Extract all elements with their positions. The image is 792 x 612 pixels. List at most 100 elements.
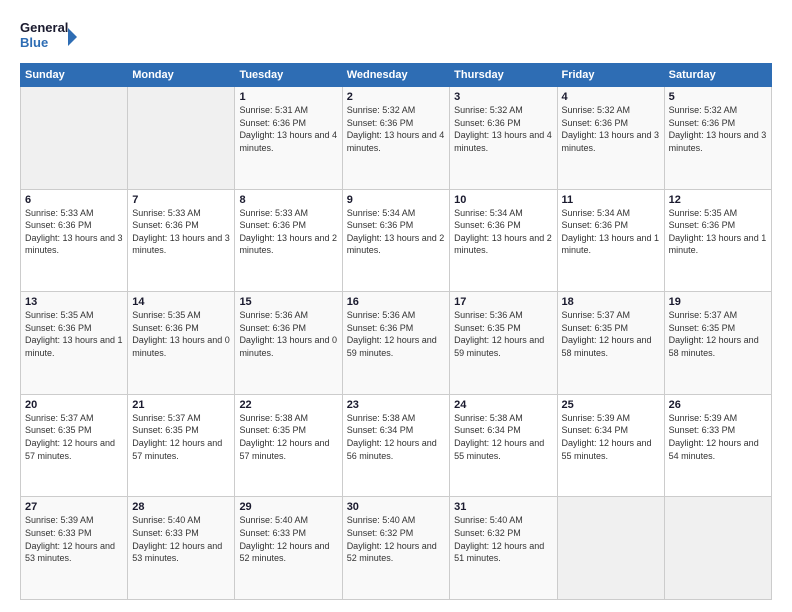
calendar-cell: 28Sunrise: 5:40 AM Sunset: 6:33 PM Dayli… bbox=[128, 497, 235, 600]
calendar-cell: 13Sunrise: 5:35 AM Sunset: 6:36 PM Dayli… bbox=[21, 292, 128, 395]
day-detail: Sunrise: 5:36 AM Sunset: 6:36 PM Dayligh… bbox=[347, 309, 445, 359]
day-number: 11 bbox=[562, 194, 660, 206]
day-number: 13 bbox=[25, 296, 123, 308]
day-detail: Sunrise: 5:32 AM Sunset: 6:36 PM Dayligh… bbox=[562, 104, 660, 154]
day-detail: Sunrise: 5:33 AM Sunset: 6:36 PM Dayligh… bbox=[239, 207, 337, 257]
calendar-cell: 26Sunrise: 5:39 AM Sunset: 6:33 PM Dayli… bbox=[664, 394, 771, 497]
day-detail: Sunrise: 5:38 AM Sunset: 6:34 PM Dayligh… bbox=[454, 412, 552, 462]
day-number: 28 bbox=[132, 501, 230, 513]
calendar-cell: 18Sunrise: 5:37 AM Sunset: 6:35 PM Dayli… bbox=[557, 292, 664, 395]
calendar-cell: 24Sunrise: 5:38 AM Sunset: 6:34 PM Dayli… bbox=[450, 394, 557, 497]
day-number: 4 bbox=[562, 91, 660, 103]
day-detail: Sunrise: 5:39 AM Sunset: 6:33 PM Dayligh… bbox=[25, 514, 123, 564]
day-number: 18 bbox=[562, 296, 660, 308]
day-detail: Sunrise: 5:39 AM Sunset: 6:33 PM Dayligh… bbox=[669, 412, 767, 462]
calendar-cell bbox=[21, 87, 128, 190]
day-number: 2 bbox=[347, 91, 445, 103]
day-number: 27 bbox=[25, 501, 123, 513]
weekday-header-saturday: Saturday bbox=[664, 64, 771, 87]
calendar-cell: 8Sunrise: 5:33 AM Sunset: 6:36 PM Daylig… bbox=[235, 189, 342, 292]
calendar-cell: 3Sunrise: 5:32 AM Sunset: 6:36 PM Daylig… bbox=[450, 87, 557, 190]
day-detail: Sunrise: 5:40 AM Sunset: 6:33 PM Dayligh… bbox=[239, 514, 337, 564]
calendar-week-3: 13Sunrise: 5:35 AM Sunset: 6:36 PM Dayli… bbox=[21, 292, 772, 395]
day-detail: Sunrise: 5:38 AM Sunset: 6:34 PM Dayligh… bbox=[347, 412, 445, 462]
calendar-cell: 16Sunrise: 5:36 AM Sunset: 6:36 PM Dayli… bbox=[342, 292, 449, 395]
calendar-header-row: SundayMondayTuesdayWednesdayThursdayFrid… bbox=[21, 64, 772, 87]
day-number: 1 bbox=[239, 91, 337, 103]
day-detail: Sunrise: 5:37 AM Sunset: 6:35 PM Dayligh… bbox=[669, 309, 767, 359]
calendar-cell: 15Sunrise: 5:36 AM Sunset: 6:36 PM Dayli… bbox=[235, 292, 342, 395]
calendar-week-4: 20Sunrise: 5:37 AM Sunset: 6:35 PM Dayli… bbox=[21, 394, 772, 497]
weekday-header-thursday: Thursday bbox=[450, 64, 557, 87]
weekday-header-sunday: Sunday bbox=[21, 64, 128, 87]
weekday-header-tuesday: Tuesday bbox=[235, 64, 342, 87]
day-detail: Sunrise: 5:35 AM Sunset: 6:36 PM Dayligh… bbox=[669, 207, 767, 257]
page-header: GeneralBlue bbox=[20, 18, 772, 53]
day-number: 19 bbox=[669, 296, 767, 308]
calendar-week-1: 1Sunrise: 5:31 AM Sunset: 6:36 PM Daylig… bbox=[21, 87, 772, 190]
calendar-cell: 7Sunrise: 5:33 AM Sunset: 6:36 PM Daylig… bbox=[128, 189, 235, 292]
day-number: 12 bbox=[669, 194, 767, 206]
day-number: 7 bbox=[132, 194, 230, 206]
day-number: 17 bbox=[454, 296, 552, 308]
day-detail: Sunrise: 5:37 AM Sunset: 6:35 PM Dayligh… bbox=[25, 412, 123, 462]
day-detail: Sunrise: 5:40 AM Sunset: 6:32 PM Dayligh… bbox=[347, 514, 445, 564]
day-detail: Sunrise: 5:34 AM Sunset: 6:36 PM Dayligh… bbox=[454, 207, 552, 257]
day-detail: Sunrise: 5:39 AM Sunset: 6:34 PM Dayligh… bbox=[562, 412, 660, 462]
day-number: 23 bbox=[347, 399, 445, 411]
logo-icon: GeneralBlue bbox=[20, 18, 80, 53]
day-detail: Sunrise: 5:38 AM Sunset: 6:35 PM Dayligh… bbox=[239, 412, 337, 462]
calendar-cell: 25Sunrise: 5:39 AM Sunset: 6:34 PM Dayli… bbox=[557, 394, 664, 497]
day-detail: Sunrise: 5:34 AM Sunset: 6:36 PM Dayligh… bbox=[562, 207, 660, 257]
calendar-cell bbox=[128, 87, 235, 190]
calendar-cell: 27Sunrise: 5:39 AM Sunset: 6:33 PM Dayli… bbox=[21, 497, 128, 600]
calendar-cell: 31Sunrise: 5:40 AM Sunset: 6:32 PM Dayli… bbox=[450, 497, 557, 600]
day-detail: Sunrise: 5:35 AM Sunset: 6:36 PM Dayligh… bbox=[25, 309, 123, 359]
day-number: 9 bbox=[347, 194, 445, 206]
day-detail: Sunrise: 5:37 AM Sunset: 6:35 PM Dayligh… bbox=[562, 309, 660, 359]
day-detail: Sunrise: 5:33 AM Sunset: 6:36 PM Dayligh… bbox=[25, 207, 123, 257]
day-detail: Sunrise: 5:35 AM Sunset: 6:36 PM Dayligh… bbox=[132, 309, 230, 359]
day-detail: Sunrise: 5:36 AM Sunset: 6:36 PM Dayligh… bbox=[239, 309, 337, 359]
calendar-cell: 17Sunrise: 5:36 AM Sunset: 6:35 PM Dayli… bbox=[450, 292, 557, 395]
day-detail: Sunrise: 5:31 AM Sunset: 6:36 PM Dayligh… bbox=[239, 104, 337, 154]
calendar-table: SundayMondayTuesdayWednesdayThursdayFrid… bbox=[20, 63, 772, 600]
calendar-cell: 1Sunrise: 5:31 AM Sunset: 6:36 PM Daylig… bbox=[235, 87, 342, 190]
day-number: 26 bbox=[669, 399, 767, 411]
calendar-cell: 14Sunrise: 5:35 AM Sunset: 6:36 PM Dayli… bbox=[128, 292, 235, 395]
calendar-cell: 5Sunrise: 5:32 AM Sunset: 6:36 PM Daylig… bbox=[664, 87, 771, 190]
calendar-cell: 23Sunrise: 5:38 AM Sunset: 6:34 PM Dayli… bbox=[342, 394, 449, 497]
calendar-cell: 11Sunrise: 5:34 AM Sunset: 6:36 PM Dayli… bbox=[557, 189, 664, 292]
calendar-cell: 30Sunrise: 5:40 AM Sunset: 6:32 PM Dayli… bbox=[342, 497, 449, 600]
day-detail: Sunrise: 5:32 AM Sunset: 6:36 PM Dayligh… bbox=[454, 104, 552, 154]
weekday-header-friday: Friday bbox=[557, 64, 664, 87]
day-detail: Sunrise: 5:37 AM Sunset: 6:35 PM Dayligh… bbox=[132, 412, 230, 462]
day-number: 25 bbox=[562, 399, 660, 411]
day-detail: Sunrise: 5:32 AM Sunset: 6:36 PM Dayligh… bbox=[347, 104, 445, 154]
calendar-week-2: 6Sunrise: 5:33 AM Sunset: 6:36 PM Daylig… bbox=[21, 189, 772, 292]
day-detail: Sunrise: 5:40 AM Sunset: 6:33 PM Dayligh… bbox=[132, 514, 230, 564]
calendar-cell: 2Sunrise: 5:32 AM Sunset: 6:36 PM Daylig… bbox=[342, 87, 449, 190]
day-number: 5 bbox=[669, 91, 767, 103]
day-number: 15 bbox=[239, 296, 337, 308]
day-number: 29 bbox=[239, 501, 337, 513]
weekday-header-wednesday: Wednesday bbox=[342, 64, 449, 87]
calendar-cell: 20Sunrise: 5:37 AM Sunset: 6:35 PM Dayli… bbox=[21, 394, 128, 497]
svg-text:General: General bbox=[20, 20, 68, 35]
day-detail: Sunrise: 5:32 AM Sunset: 6:36 PM Dayligh… bbox=[669, 104, 767, 154]
weekday-header-monday: Monday bbox=[128, 64, 235, 87]
day-detail: Sunrise: 5:40 AM Sunset: 6:32 PM Dayligh… bbox=[454, 514, 552, 564]
calendar-cell: 22Sunrise: 5:38 AM Sunset: 6:35 PM Dayli… bbox=[235, 394, 342, 497]
day-number: 20 bbox=[25, 399, 123, 411]
calendar-week-5: 27Sunrise: 5:39 AM Sunset: 6:33 PM Dayli… bbox=[21, 497, 772, 600]
day-number: 16 bbox=[347, 296, 445, 308]
calendar-cell: 19Sunrise: 5:37 AM Sunset: 6:35 PM Dayli… bbox=[664, 292, 771, 395]
logo: GeneralBlue bbox=[20, 18, 80, 53]
calendar-cell: 21Sunrise: 5:37 AM Sunset: 6:35 PM Dayli… bbox=[128, 394, 235, 497]
calendar-cell bbox=[557, 497, 664, 600]
day-number: 22 bbox=[239, 399, 337, 411]
calendar-cell: 29Sunrise: 5:40 AM Sunset: 6:33 PM Dayli… bbox=[235, 497, 342, 600]
day-number: 24 bbox=[454, 399, 552, 411]
day-detail: Sunrise: 5:33 AM Sunset: 6:36 PM Dayligh… bbox=[132, 207, 230, 257]
calendar-cell bbox=[664, 497, 771, 600]
